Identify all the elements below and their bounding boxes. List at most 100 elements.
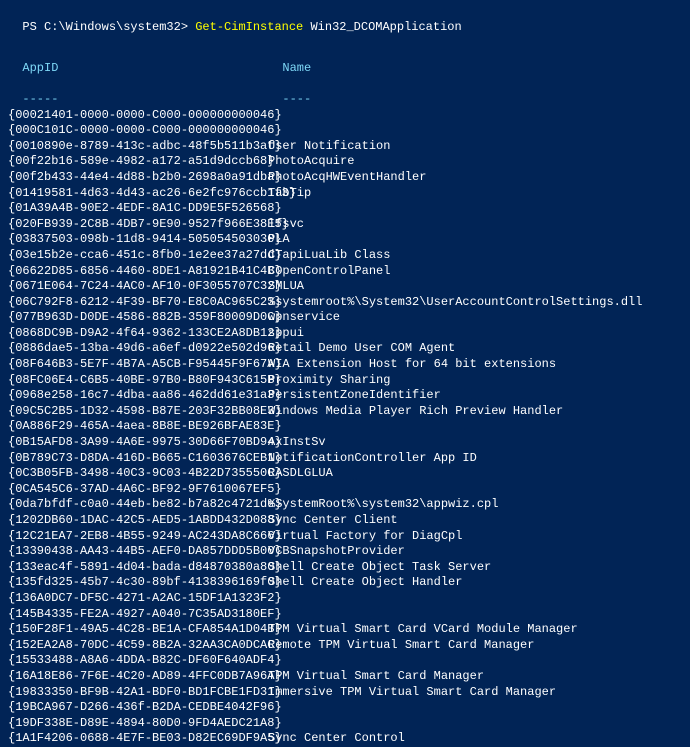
table-row: {000C101C-0000-0000-C000-000000000046}: [8, 123, 682, 139]
table-row: {077B963D-D0DE-4586-882B-359F80009D0C}wp…: [8, 310, 682, 326]
cell-appid: {145B4335-FE2A-4927-A040-7C35AD3180EF}: [8, 607, 268, 623]
cell-appid: {13390438-AA43-44B5-AEF0-DA857DDD5B00}: [8, 544, 268, 560]
cell-appid: {1202DB60-1DAC-42C5-AED5-1ABDD432D088}: [8, 513, 268, 529]
table-row: {0671E064-7C24-4AC0-AF10-0F3055707C32}SM…: [8, 279, 682, 295]
cell-appid: {00f22b16-589e-4982-a172-a51d9dccb68}: [8, 154, 268, 170]
column-headers: AppIDName: [8, 45, 682, 76]
cell-name: TPM Virtual Smart Card Manager: [268, 669, 484, 685]
table-row: {0C3B05FB-3498-40C3-9C03-4B22D735550C}RA…: [8, 466, 682, 482]
table-row: {135fd325-45b7-4c30-89bf-4138396169f0}Sh…: [8, 575, 682, 591]
table-row: {00f22b16-589e-4982-a172-a51d9dccb68}Pho…: [8, 154, 682, 170]
cell-appid: {020FB939-2C8B-4DB7-9E90-9527f966E38E5}: [8, 217, 268, 233]
cell-name: wpnservice: [268, 310, 340, 326]
cell-appid: {0CA545C6-37AD-4A6C-BF92-9F7610067EF5}: [8, 482, 268, 498]
table-row: {03837503-098b-11d8-9414-505054503030}PL…: [8, 232, 682, 248]
cell-name: COpenControlPanel: [268, 264, 390, 280]
cell-name: Shell Create Object Task Server: [268, 560, 491, 576]
cell-appid: {19833350-BF9B-42A1-BDF0-BD1FCBE1FD31}: [8, 685, 268, 701]
table-row: {16A18E86-7F6E-4C20-AD89-4FFC0DB7A96A}TP…: [8, 669, 682, 685]
prompt-line[interactable]: PS C:\Windows\system32> Get-CimInstance …: [8, 4, 682, 35]
table-row: {00f2b433-44e4-4d88-b2b0-2698a0a91dba}Ph…: [8, 170, 682, 186]
cell-name: CTapiLuaLib Class: [268, 248, 390, 264]
table-row: {0CA545C6-37AD-4A6C-BF92-9F7610067EF5}: [8, 482, 682, 498]
cell-appid: {09C5C2B5-1D32-4598-B87E-203F32BB08E3}: [8, 404, 268, 420]
cell-name: Virtual Factory for DiagCpl: [268, 529, 462, 545]
cell-appid: {08F646B3-5E7F-4B7A-A5CB-F95445F9F67A}: [8, 357, 268, 373]
cell-name: PhotoAcqHWEventHandler: [268, 170, 426, 186]
table-row: {1A1F4206-0688-4E7F-BE03-D82EC69DF9A5}Sy…: [8, 731, 682, 747]
table-row: {03e15b2e-cca6-451c-8fb0-1e2ee37a27dd}CT…: [8, 248, 682, 264]
table-row: {1202DB60-1DAC-42C5-AED5-1ABDD432D088}Sy…: [8, 513, 682, 529]
cell-appid: {01419581-4d63-4d43-ac26-6e2fc976ccb1f3}: [8, 186, 268, 202]
cell-name: VCBSnapshotProvider: [268, 544, 405, 560]
cell-name: NotificationController App ID: [268, 451, 477, 467]
cell-name: Immersive TPM Virtual Smart Card Manager: [268, 685, 556, 701]
cell-name: sppui: [268, 326, 304, 342]
column-underlines: ---------: [8, 76, 682, 107]
table-row: {0A886F29-465A-4aea-8B8E-BE926BFAE83E}: [8, 419, 682, 435]
cell-name: lfsvc: [268, 217, 304, 233]
cell-name: SMLUA: [268, 279, 304, 295]
table-row: {0da7bfdf-c0a0-44eb-be82-b7a82c4721de}%S…: [8, 497, 682, 513]
table-row: {0010890e-8789-413c-adbc-48f5b511b3af}Us…: [8, 139, 682, 155]
cell-appid: {077B963D-D0DE-4586-882B-359F80009D0C}: [8, 310, 268, 326]
cell-name: Remote TPM Virtual Smart Card Manager: [268, 638, 534, 654]
table-row: {13390438-AA43-44B5-AEF0-DA857DDD5B00}VC…: [8, 544, 682, 560]
table-row: {152EA2A8-70DC-4C59-8B2A-32AA3CA0DCAC}Re…: [8, 638, 682, 654]
cell-name: User Notification: [268, 139, 390, 155]
cell-appid: {0868DC9B-D9A2-4f64-9362-133CE2A8DB12}: [8, 326, 268, 342]
table-row: {08FC06E4-C6B5-40BE-97B0-B80F943C615B}Pr…: [8, 373, 682, 389]
table-row: {0B789C73-D8DA-416D-B665-C1603676CEB1}No…: [8, 451, 682, 467]
header-name: Name: [282, 61, 311, 75]
cell-appid: {16A18E86-7F6E-4C20-AD89-4FFC0DB7A96A}: [8, 669, 268, 685]
header-appid: AppID: [22, 61, 282, 77]
table-row: {0886dae5-13ba-49d6-a6ef-d0922e502d96}Re…: [8, 341, 682, 357]
cell-appid: {06C792F8-6212-4F39-BF70-E8C0AC965C23}: [8, 295, 268, 311]
cell-appid: {150F28F1-49A5-4C28-BE1A-CFA854A1D04B}: [8, 622, 268, 638]
table-row: {19833350-BF9B-42A1-BDF0-BD1FCBE1FD31}Im…: [8, 685, 682, 701]
cell-appid: {19BCA967-D266-436f-B2DA-CEDBE4042F96}: [8, 700, 268, 716]
cell-appid: {133eac4f-5891-4d04-bada-d84870380a80}: [8, 560, 268, 576]
cell-appid: {12C21EA7-2EB8-4B55-9249-AC243DA8C666}: [8, 529, 268, 545]
cell-appid: {135fd325-45b7-4c30-89bf-4138396169f0}: [8, 575, 268, 591]
table-row: {0968e258-16c7-4dba-aa86-462dd61e31a3}Pe…: [8, 388, 682, 404]
output-rows: {00021401-0000-0000-C000-000000000046}{0…: [8, 108, 682, 747]
table-row: {06622D85-6856-4460-8DE1-A81921B41C4B}CO…: [8, 264, 682, 280]
table-row: {12C21EA7-2EB8-4B55-9249-AC243DA8C666}Vi…: [8, 529, 682, 545]
cell-name: Windows Media Player Rich Preview Handle…: [268, 404, 563, 420]
table-row: {01A39A4B-90E2-4EDF-8A1C-DD9E5F526568}: [8, 201, 682, 217]
table-row: {00021401-0000-0000-C000-000000000046}: [8, 108, 682, 124]
cell-name: Sync Center Client: [268, 513, 398, 529]
cell-name: Retail Demo User COM Agent: [268, 341, 455, 357]
command-name: Get-CimInstance: [195, 20, 303, 34]
underline-name: ----: [282, 92, 311, 106]
cell-appid: {0886dae5-13ba-49d6-a6ef-d0922e502d96}: [8, 341, 268, 357]
table-row: {150F28F1-49A5-4C28-BE1A-CFA854A1D04B}TP…: [8, 622, 682, 638]
table-row: {020FB939-2C8B-4DB7-9E90-9527f966E38E5}l…: [8, 217, 682, 233]
cell-appid: {03837503-098b-11d8-9414-505054503030}: [8, 232, 268, 248]
cell-appid: {0A886F29-465A-4aea-8B8E-BE926BFAE83E}: [8, 419, 268, 435]
cell-appid: {08FC06E4-C6B5-40BE-97B0-B80F943C615B}: [8, 373, 268, 389]
cell-appid: {06622D85-6856-4460-8DE1-A81921B41C4B}: [8, 264, 268, 280]
cell-appid: {01A39A4B-90E2-4EDF-8A1C-DD9E5F526568}: [8, 201, 268, 217]
cell-name: RASDLGLUA: [268, 466, 333, 482]
cell-name: PhotoAcquire: [268, 154, 354, 170]
cell-appid: {000C101C-0000-0000-C000-000000000046}: [8, 123, 268, 139]
cell-name: Sync Center Control: [268, 731, 405, 747]
cell-appid: {0010890e-8789-413c-adbc-48f5b511b3af}: [8, 139, 268, 155]
cell-appid: {00021401-0000-0000-C000-000000000046}: [8, 108, 268, 124]
table-row: {145B4335-FE2A-4927-A040-7C35AD3180EF}: [8, 607, 682, 623]
table-row: {0868DC9B-D9A2-4f64-9362-133CE2A8DB12}sp…: [8, 326, 682, 342]
cell-appid: {0da7bfdf-c0a0-44eb-be82-b7a82c4721de}: [8, 497, 268, 513]
cell-name: PersistentZoneIdentifier: [268, 388, 441, 404]
underline-appid: -----: [22, 92, 282, 108]
cell-name: Proximity Sharing: [268, 373, 390, 389]
cell-appid: {19DF338E-D89E-4894-80D0-9FD4AEDC21A8}: [8, 716, 268, 732]
cell-name: %SystemRoot%\system32\appwiz.cpl: [268, 497, 498, 513]
table-row: {19DF338E-D89E-4894-80D0-9FD4AEDC21A8}: [8, 716, 682, 732]
cell-name: TabTip: [268, 186, 311, 202]
cell-name: TPM Virtual Smart Card VCard Module Mana…: [268, 622, 578, 638]
command-arg: Win32_DCOMApplication: [303, 20, 461, 34]
cell-appid: {03e15b2e-cca6-451c-8fb0-1e2ee37a27dd}: [8, 248, 268, 264]
cell-name: Shell Create Object Handler: [268, 575, 462, 591]
